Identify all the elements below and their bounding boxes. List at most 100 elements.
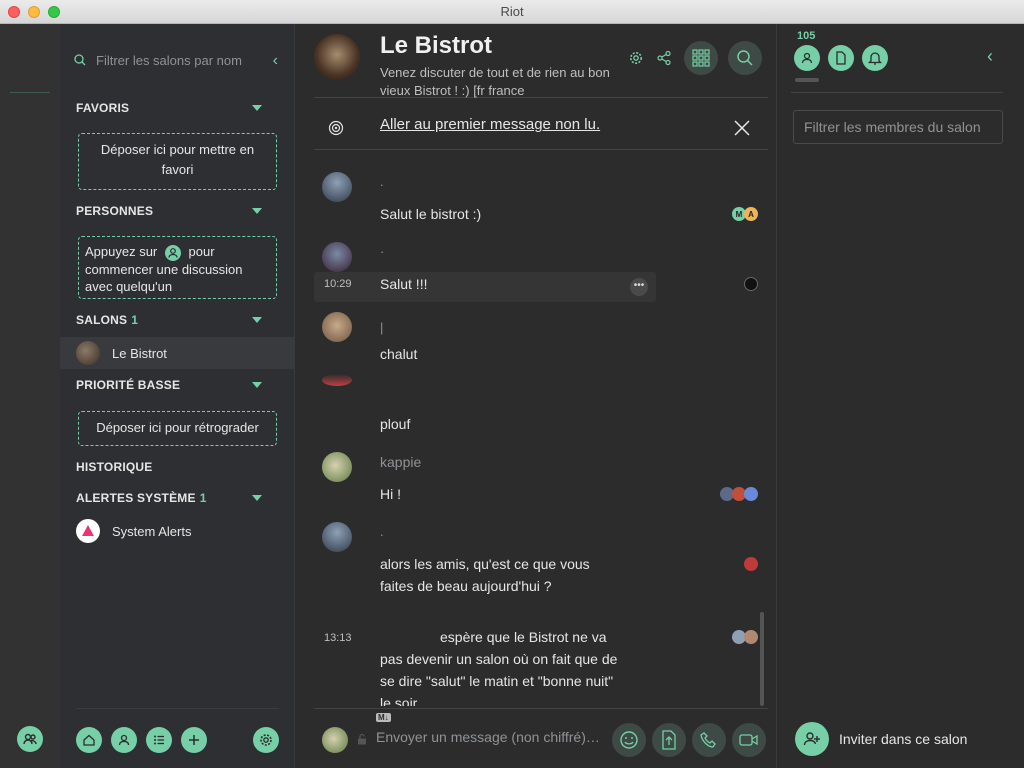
file-icon [836, 51, 846, 65]
sender-name[interactable]: · [380, 244, 384, 259]
window-titlebar: Riot [0, 0, 1024, 24]
window-title: Riot [500, 4, 524, 19]
person-icon [801, 52, 813, 64]
room-filter[interactable]: Filtrer les salons par nom [74, 50, 284, 70]
members-tab[interactable] [794, 45, 820, 71]
room-list-sidebar: Filtrer les salons par nom ‹ FAVORIS Dép… [60, 24, 858, 768]
section-history[interactable]: HISTORIQUE [76, 460, 858, 478]
files-tab[interactable] [828, 45, 854, 71]
message-body: Hi ! [380, 486, 401, 502]
room-header-avatar[interactable] [314, 34, 360, 80]
room-header: Le Bistrot Venez discuter de tout et de … [314, 32, 768, 98]
message-input[interactable]: Envoyer un message (non chiffré)… [376, 729, 600, 745]
strip-divider [10, 92, 50, 93]
voice-call-button[interactable] [692, 723, 726, 757]
low-priority-dropzone[interactable]: Déposer ici pour rétrograder [78, 411, 277, 446]
chevron-down-icon[interactable] [252, 495, 262, 501]
timeline-scrollbar[interactable] [760, 612, 764, 706]
communities-button[interactable] [17, 726, 43, 752]
upload-button[interactable] [652, 723, 686, 757]
plus-icon [189, 735, 199, 745]
chevron-down-icon[interactable] [252, 382, 262, 388]
message-composer: M↓ Envoyer un message (non chiffré)… [314, 708, 768, 768]
jump-to-unread-bar: Aller au premier message non lu. [314, 106, 768, 150]
read-receipts[interactable] [744, 557, 758, 571]
room-view: Le Bistrot Venez discuter de tout et de … [296, 24, 776, 768]
member-filter-input[interactable]: Filtrer les membres du salon [793, 110, 1003, 144]
room-avatar [76, 341, 100, 365]
read-receipt-avatar: A [744, 207, 758, 221]
search-room-button[interactable] [728, 41, 762, 75]
message-body: chalut [380, 346, 418, 362]
unlocked-icon [358, 733, 366, 745]
favorites-dropzone[interactable]: Déposer ici pour mettre en favori [78, 133, 277, 190]
room-item-le-bistrot[interactable]: Le Bistrot [60, 337, 294, 369]
right-panel: 105 ‹ Filtrer les membres du salon Invit… [776, 24, 1024, 768]
notifications-tab[interactable] [862, 45, 888, 71]
room-filter-placeholder: Filtrer les salons par nom [96, 52, 242, 68]
room-item-system-alerts[interactable]: System Alerts [60, 515, 294, 547]
collapse-sidebar-icon[interactable]: ‹ [273, 52, 278, 70]
section-history-label: HISTORIQUE [76, 460, 153, 474]
message-timestamp: 10:29 [324, 278, 352, 290]
section-favorites[interactable]: FAVORIS [76, 101, 276, 119]
section-system-alerts[interactable]: ALERTES SYSTÈME 1 [76, 491, 276, 509]
people-icon [23, 733, 37, 745]
collapse-right-panel-icon[interactable]: ‹ [987, 46, 993, 67]
start-chat-button[interactable] [111, 727, 137, 753]
close-icon[interactable] [732, 118, 752, 138]
smiley-icon [620, 731, 638, 749]
section-low-priority[interactable]: PRIORITÉ BASSE [76, 378, 276, 396]
sender-name[interactable]: . [380, 524, 384, 539]
sender-avatar[interactable] [322, 312, 352, 342]
read-receipts[interactable] [720, 487, 758, 501]
read-receipt-avatar [744, 630, 758, 644]
person-icon [118, 734, 130, 746]
chevron-down-icon[interactable] [252, 208, 262, 214]
chevron-down-icon[interactable] [252, 317, 262, 323]
room-settings-gear-icon[interactable] [628, 50, 644, 66]
share-icon[interactable] [656, 50, 672, 66]
create-room-button[interactable] [181, 727, 207, 753]
sender-avatar[interactable] [322, 374, 352, 386]
read-receipts[interactable] [744, 277, 758, 291]
target-icon [328, 120, 344, 136]
sender-name[interactable]: | [380, 320, 383, 335]
room-item-label: System Alerts [112, 523, 192, 539]
groups-strip [0, 24, 60, 768]
read-receipt-avatar [744, 487, 758, 501]
gear-icon [260, 734, 272, 746]
jump-to-unread-link[interactable]: Aller au premier message non lu. [380, 116, 600, 133]
sender-avatar[interactable] [322, 172, 352, 202]
read-receipts[interactable] [732, 630, 758, 644]
start-chat-icon[interactable] [164, 244, 181, 261]
section-rooms[interactable]: SALONS 1 [76, 313, 276, 331]
read-receipts[interactable]: M A [732, 207, 758, 221]
phone-icon [700, 732, 716, 748]
message-body: Salut le bistrot :) [380, 206, 482, 222]
sender-avatar[interactable] [322, 452, 352, 482]
invite-to-room-button[interactable]: Inviter dans ce salon [795, 722, 967, 756]
markdown-toggle-icon[interactable]: M↓ [376, 713, 391, 722]
emoji-button[interactable] [612, 723, 646, 757]
sender-name[interactable]: . [380, 174, 384, 189]
message-body: plouf [380, 416, 411, 432]
system-alerts-avatar [76, 519, 100, 543]
apps-button[interactable] [684, 41, 718, 75]
sender-avatar[interactable] [322, 242, 352, 272]
sender-avatar[interactable] [322, 522, 352, 552]
room-name[interactable]: Le Bistrot [380, 32, 492, 60]
read-receipt-avatar [744, 277, 758, 291]
home-button[interactable] [76, 727, 102, 753]
home-icon [83, 734, 95, 746]
section-people[interactable]: PERSONNES [76, 204, 276, 222]
room-directory-button[interactable] [146, 727, 172, 753]
message-body: Salut !!! [380, 276, 428, 292]
section-favorites-label: FAVORIS [76, 101, 130, 115]
member-count: 105 [797, 30, 816, 42]
chevron-down-icon[interactable] [252, 105, 262, 111]
message-timestamp: 13:13 [324, 632, 352, 644]
settings-button[interactable] [253, 727, 279, 753]
video-call-button[interactable] [732, 723, 766, 757]
sender-name[interactable]: kappie [380, 454, 421, 470]
